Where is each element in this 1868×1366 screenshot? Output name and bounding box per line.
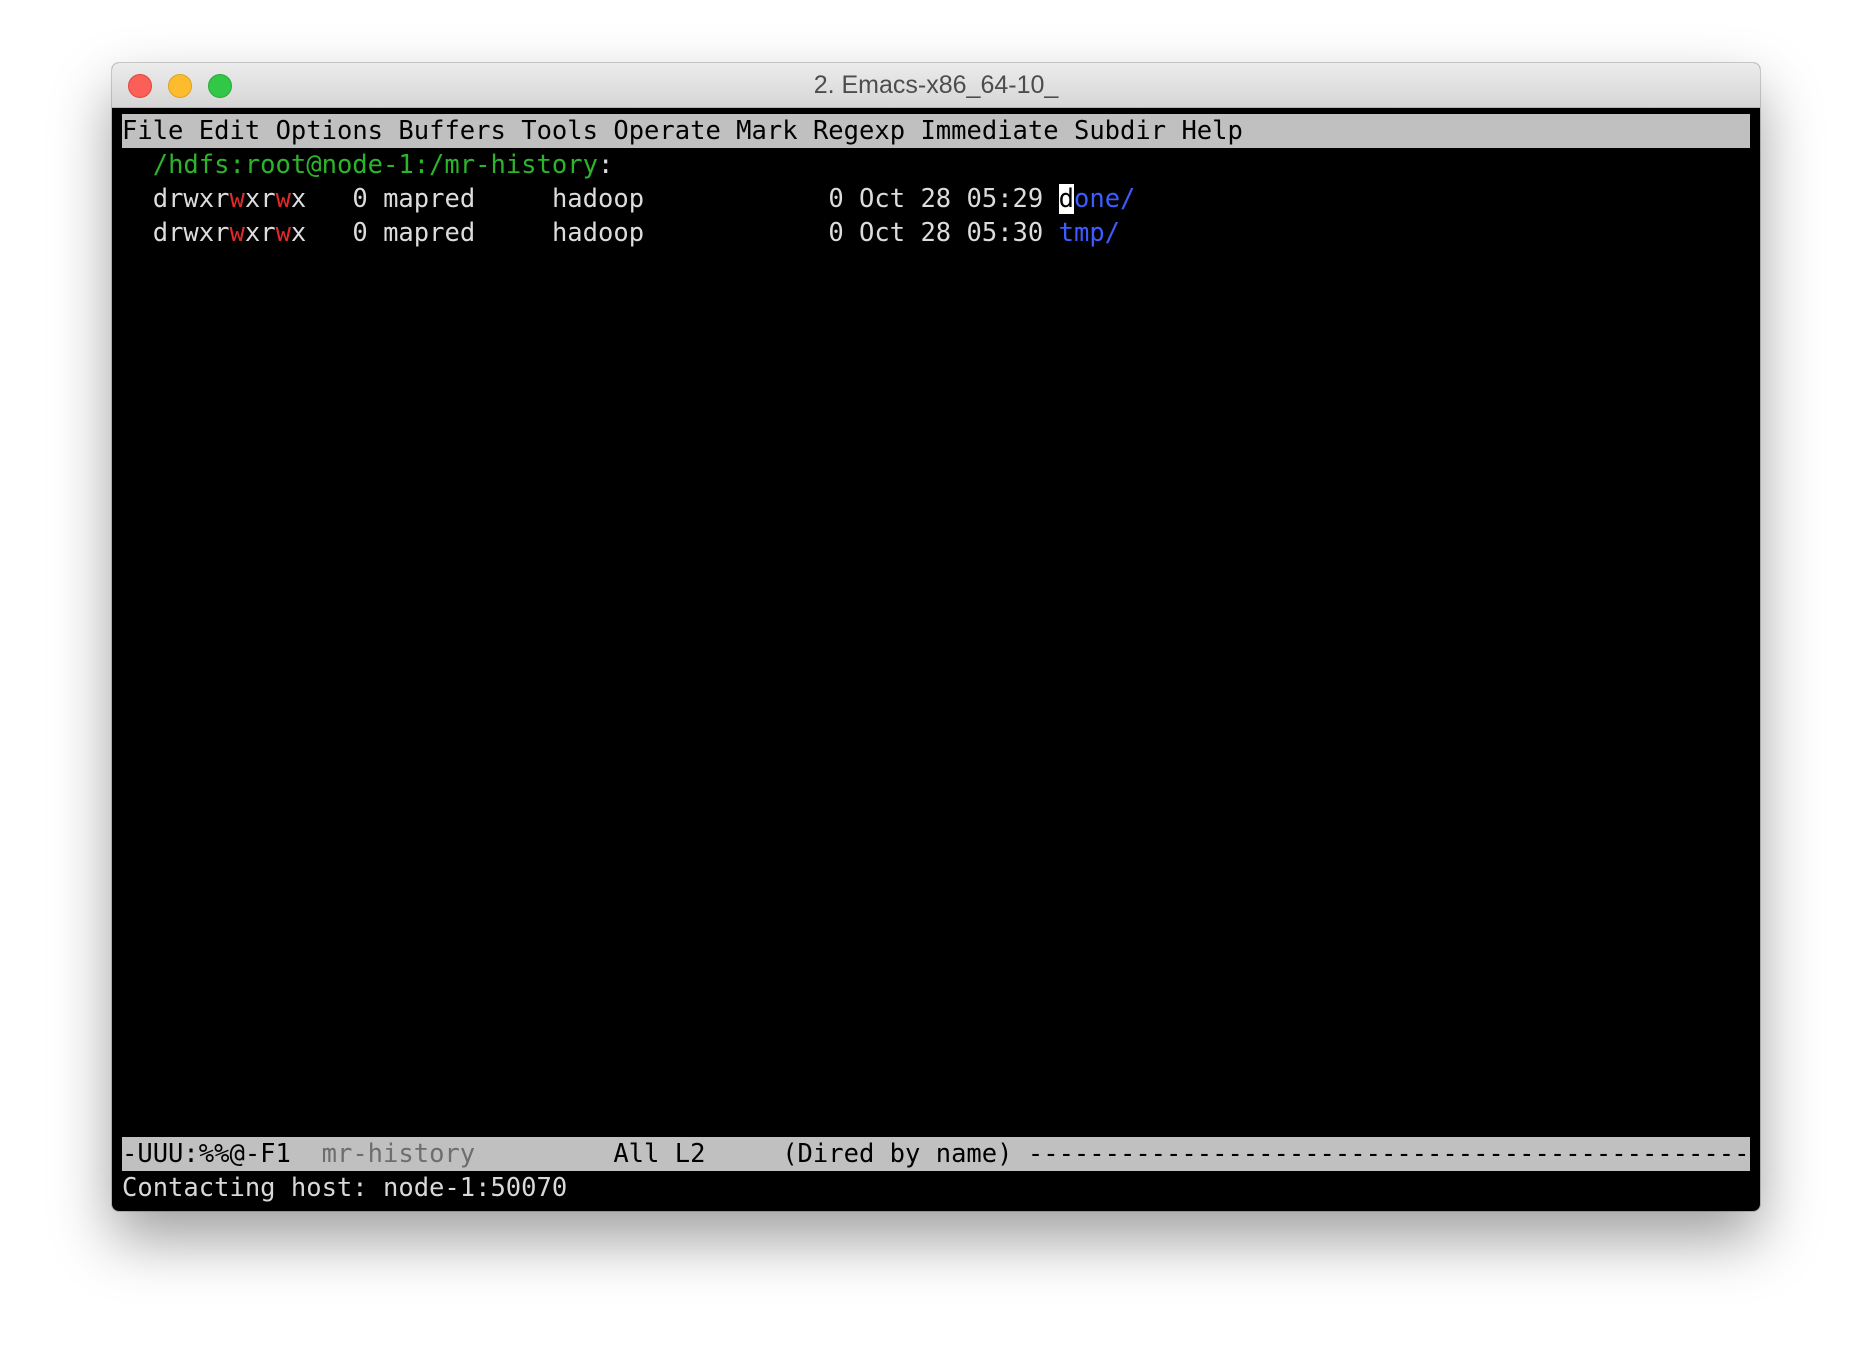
permission-part: x [290,218,307,248]
group: hadoop [551,218,645,248]
dired-header-colon: : [597,150,614,180]
modeline-buffer-name[interactable]: mr-history [322,1139,476,1169]
menu-tools[interactable]: Tools [521,116,598,146]
permission-write-other: w [275,184,291,214]
link-count: 0 [352,218,368,248]
mode-line[interactable]: -UUU:%%@-F1 mr-history All L2 (Dired by … [122,1137,1750,1171]
permission-part: xr [244,218,276,248]
menu-mark[interactable]: Mark [736,116,797,146]
echo-message: Contacting host: node-1:50070 [122,1173,568,1203]
menu-options[interactable]: Options [276,116,383,146]
menu-immediate[interactable]: Immediate [920,116,1058,146]
dired-header: /hdfs:root@node-1:/mr-history: [122,148,1750,182]
directory-name-done[interactable]: one/ [1074,184,1135,214]
menu-file[interactable]: File [122,116,183,146]
menu-buffers[interactable]: Buffers [398,116,505,146]
permission-part: x [290,184,307,214]
modeline-position: All L2 [613,1139,706,1169]
modeline-status: -UUU:%%@-F1 [122,1139,291,1169]
permission-write-group: w [229,218,245,248]
group: hadoop [551,184,645,214]
menu-edit[interactable]: Edit [199,116,260,146]
menu-subdir[interactable]: Subdir [1074,116,1166,146]
echo-area: Contacting host: node-1:50070 [122,1171,1750,1205]
permission-part: xr [244,184,276,214]
title-bar[interactable]: 2. Emacs-x86_64-10_ [112,63,1760,108]
permissions: drwxr [152,218,230,248]
emacs-frame[interactable]: File Edit Options Buffers Tools Operate … [122,114,1750,1204]
dired-entry[interactable]: drwxrwxrwx 0 mapred hadoop 0 Oct 28 05:3… [122,216,1750,250]
file-size: 0 [828,218,844,248]
modified-date: Oct 28 05:30 [859,218,1044,248]
dired-header-path[interactable]: /hdfs:root@node-1:/mr-history [153,150,598,180]
modeline-filler: ----------------------------------------… [1027,1139,1750,1169]
terminal-window: 2. Emacs-x86_64-10_ File Edit Options Bu… [112,63,1760,1211]
window-title: 2. Emacs-x86_64-10_ [813,71,1059,99]
modeline-mode[interactable]: (Dired by name) [782,1139,1012,1169]
directory-name-tmp[interactable]: tmp/ [1059,218,1120,248]
text-cursor: d [1058,184,1074,214]
menu-regexp[interactable]: Regexp [813,116,905,146]
file-size: 0 [828,184,844,214]
link-count: 0 [352,184,368,214]
permissions: drwxr [152,184,230,214]
menu-bar: File Edit Options Buffers Tools Operate … [122,114,1750,148]
menu-operate[interactable]: Operate [613,116,720,146]
owner: mapred [383,184,476,214]
owner: mapred [383,218,476,248]
menu-help[interactable]: Help [1181,116,1242,146]
modified-date: Oct 28 05:29 [859,184,1044,214]
dired-entry[interactable]: drwxrwxrwx 0 mapred hadoop 0 Oct 28 05:2… [122,182,1750,216]
permission-write-other: w [275,218,291,248]
permission-write-group: w [229,184,245,214]
